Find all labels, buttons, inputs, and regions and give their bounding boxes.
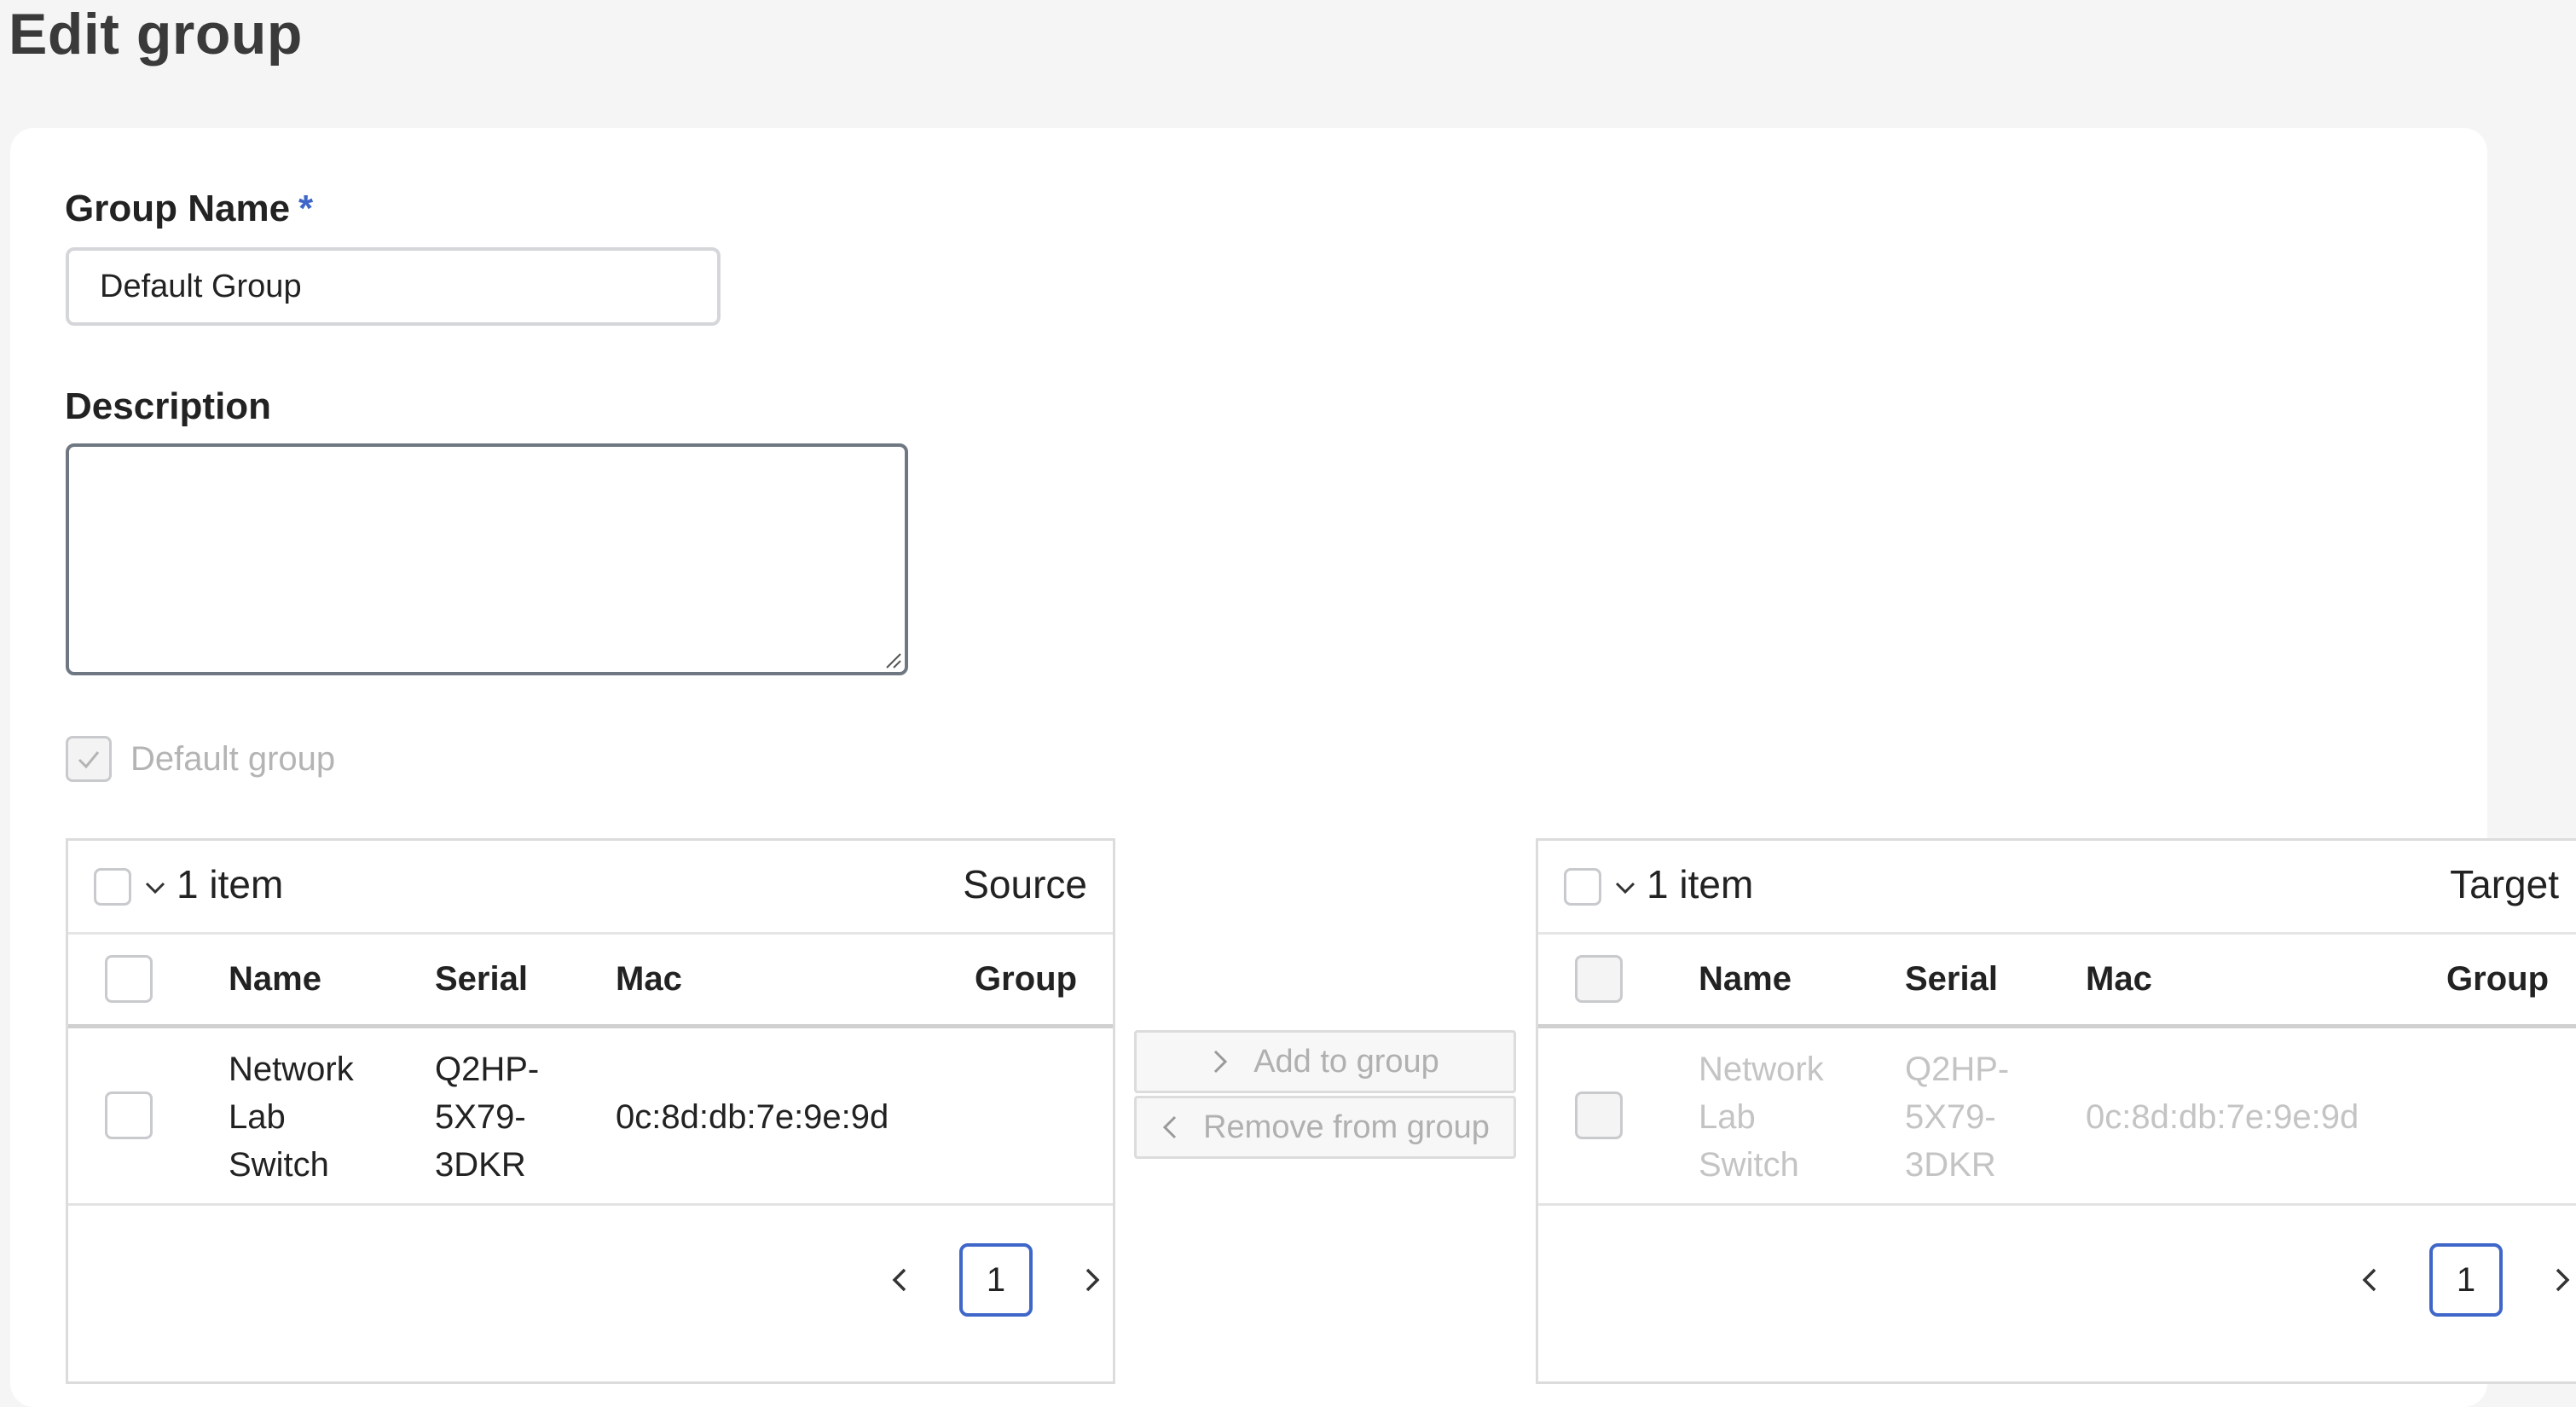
- table-row[interactable]: Network Lab Switch Q2HP- 5X79- 3DKR 0c:8…: [68, 1028, 1113, 1206]
- name-line: Lab: [229, 1098, 286, 1136]
- target-select-all-checkbox[interactable]: [1564, 868, 1601, 906]
- source-next-page[interactable]: [1075, 1263, 1109, 1297]
- serial-line: Q2HP-: [435, 1051, 540, 1088]
- source-row-checkbox[interactable]: [105, 1091, 153, 1139]
- source-row-mac: 0c:8d:db:7e:9e:9d: [616, 1098, 889, 1136]
- serial-line: 5X79-: [435, 1098, 526, 1136]
- chevron-down-icon[interactable]: [143, 870, 167, 904]
- chevron-right-icon: [2556, 1268, 2570, 1292]
- default-group-label: Default group: [130, 739, 336, 778]
- target-row-checkbox[interactable]: [1575, 1091, 1623, 1139]
- source-item-count: 1 item: [177, 862, 284, 906]
- serial-line: 3DKR: [435, 1146, 526, 1184]
- source-pagination: 1: [883, 1242, 1109, 1318]
- chevron-right-icon: [1214, 1050, 1228, 1074]
- resize-grip-icon[interactable]: [883, 651, 902, 669]
- source-row-serial: Q2HP- 5X79- 3DKR: [435, 1045, 539, 1189]
- group-name-label: Group Name *: [65, 188, 313, 230]
- target-header-checkbox[interactable]: [1575, 955, 1623, 1003]
- default-group-checkbox-row[interactable]: Default group: [66, 733, 335, 785]
- source-header-checkbox[interactable]: [105, 955, 153, 1003]
- name-line: Switch: [229, 1146, 329, 1184]
- page-title: Edit group: [9, 2, 303, 67]
- source-row-name: Network Lab Switch: [229, 1045, 354, 1189]
- target-col-name[interactable]: Name: [1699, 960, 1792, 999]
- chevron-left-icon: [1162, 1115, 1177, 1139]
- add-to-group-label: Add to group: [1253, 1043, 1439, 1080]
- chevron-down-icon[interactable]: [1613, 870, 1637, 904]
- target-prev-page[interactable]: [2353, 1263, 2387, 1297]
- group-name-label-text: Group Name: [65, 188, 291, 229]
- target-next-page[interactable]: [2545, 1263, 2576, 1297]
- source-col-group[interactable]: Group: [975, 960, 1077, 999]
- chevron-left-icon: [2362, 1268, 2376, 1292]
- target-page-number[interactable]: 1: [2429, 1243, 2503, 1317]
- target-row-mac: 0c:8d:db:7e:9e:9d: [2086, 1098, 2359, 1136]
- serial-line: 5X79-: [1905, 1098, 1996, 1136]
- target-row-serial: Q2HP- 5X79- 3DKR: [1905, 1045, 2009, 1189]
- target-row-name: Network Lab Switch: [1699, 1045, 1824, 1189]
- add-to-group-button[interactable]: Add to group: [1134, 1030, 1516, 1093]
- target-title: Target: [2450, 862, 2559, 906]
- name-line: Network: [1699, 1051, 1824, 1088]
- source-title: Source: [963, 862, 1087, 906]
- target-col-mac[interactable]: Mac: [2086, 960, 2152, 999]
- remove-from-group-label: Remove from group: [1203, 1109, 1490, 1145]
- name-line: Network: [229, 1051, 354, 1088]
- target-col-serial[interactable]: Serial: [1905, 960, 1998, 999]
- default-group-checkbox[interactable]: [66, 736, 112, 782]
- description-label: Description: [65, 385, 272, 427]
- target-panel-header: 1 item Target: [1538, 841, 2576, 935]
- chevron-right-icon: [1085, 1268, 1100, 1292]
- serial-line: 3DKR: [1905, 1146, 1996, 1184]
- remove-from-group-button[interactable]: Remove from group: [1134, 1096, 1516, 1159]
- source-panel-header: 1 item Source: [68, 841, 1113, 935]
- target-table-header: Name Serial Mac Group: [1538, 935, 2576, 1028]
- name-line: Lab: [1699, 1098, 1756, 1136]
- description-textarea[interactable]: [66, 443, 908, 675]
- source-col-mac[interactable]: Mac: [616, 960, 682, 999]
- name-line: Switch: [1699, 1146, 1799, 1184]
- source-page-number[interactable]: 1: [959, 1243, 1033, 1317]
- source-col-serial[interactable]: Serial: [435, 960, 528, 999]
- source-prev-page[interactable]: [883, 1263, 917, 1297]
- source-col-name[interactable]: Name: [229, 960, 321, 999]
- source-select-all-checkbox[interactable]: [94, 868, 131, 906]
- target-item-count: 1 item: [1647, 862, 1754, 906]
- check-icon: [78, 751, 100, 769]
- target-panel: 1 item Target Name Serial Mac Group Netw…: [1536, 838, 2576, 1384]
- required-mark: *: [298, 188, 314, 229]
- target-pagination: 1: [2353, 1242, 2576, 1318]
- group-name-input[interactable]: [66, 247, 721, 326]
- target-col-group[interactable]: Group: [2446, 960, 2549, 999]
- source-table-header: Name Serial Mac Group: [68, 935, 1113, 1028]
- table-row[interactable]: Network Lab Switch Q2HP- 5X79- 3DKR 0c:8…: [1538, 1028, 2576, 1206]
- chevron-left-icon: [892, 1268, 906, 1292]
- serial-line: Q2HP-: [1905, 1051, 2010, 1088]
- source-panel: 1 item Source Name Serial Mac Group Netw…: [66, 838, 1115, 1384]
